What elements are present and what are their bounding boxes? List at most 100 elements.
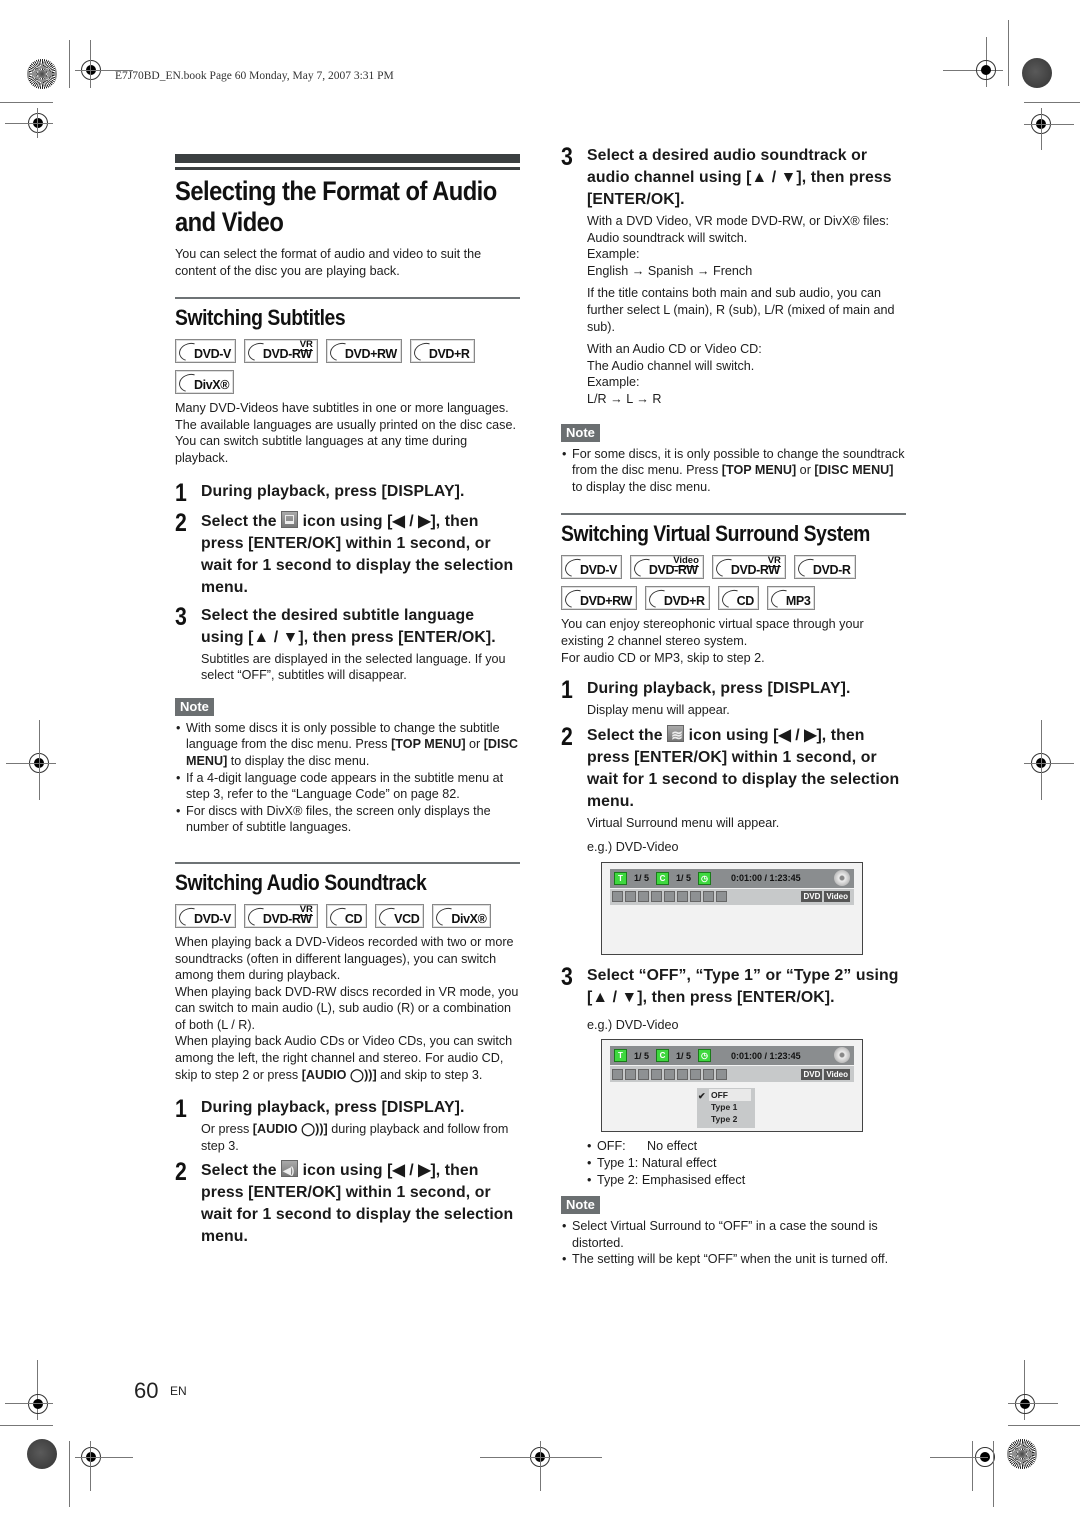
crop-mark (5, 123, 53, 124)
disc-type-badge: DVD+R (644, 586, 710, 613)
surround-description: You can enjoy stereophonic virtual space… (561, 617, 864, 665)
section-divider (175, 861, 520, 864)
crop-mark (1024, 763, 1074, 764)
angle-icon (651, 1068, 662, 1080)
crop-mark (1008, 1425, 1080, 1426)
section-divider (561, 513, 906, 516)
chapter-count: 1/ 5 (676, 1050, 692, 1061)
subtitles-description: Many DVD-Videos have subtitles in one or… (175, 401, 516, 465)
step: 3 Select “OFF”, “Type 1” or “Type 2” usi… (561, 962, 906, 1034)
note-item: For discs with DivX® files, the screen o… (175, 803, 520, 836)
menu-option[interactable]: Type 1 (697, 1101, 755, 1113)
note-item: Select Virtual Surround to “OFF” in a ca… (561, 1218, 906, 1251)
disc-type-label: DVD-V (194, 347, 231, 362)
disc-badges-subtitles: DVD-V VR DVD-RW DVD+RW DVD+R DivX® (175, 339, 520, 396)
audio-description-3: When playing back Audio CDs or Video CDs… (175, 1033, 520, 1083)
step-number: 3 (561, 962, 573, 991)
chapter-indicator: C (656, 871, 670, 885)
step-text: During playback, press [DISPLAY]. (201, 482, 465, 500)
disc-type-badge: DVD+RW (325, 339, 402, 365)
left-column: Selecting the Format of Audio and Video … (175, 154, 520, 1248)
subtitle-icon (638, 1068, 649, 1080)
note-item: With some discs it is only possible to c… (175, 720, 520, 770)
marker-icon (677, 891, 688, 903)
note-label: Note (561, 1196, 600, 1215)
step: 2 Select the icon using [◀ / ▶], then pr… (561, 722, 906, 856)
osd-screen-surround-menu: T 1/ 5 C 1/ 5 ◷ 0:01:00 / 1:23:45 DVD Vi… (601, 1039, 863, 1133)
surround-effects-list: OFF: No effect Type 1: Natural effect Typ… (587, 1138, 906, 1188)
crop-mark (1008, 1403, 1058, 1404)
disc-type-label: CD (736, 594, 755, 609)
crop-mark (37, 108, 38, 138)
osd-icon-bar: DVD Video (610, 888, 854, 905)
effect-key: Type 2: (597, 1172, 639, 1187)
step-text: During playback, press [DISPLAY]. (587, 680, 851, 698)
step-text: Select a desired audio soundtrack or aud… (587, 147, 892, 208)
step-text: Select the icon using [◀ / ▶], then pres… (201, 1160, 520, 1248)
step-number: 3 (561, 143, 573, 171)
note-text: or (465, 737, 484, 752)
disc-type-label: DivX® (451, 911, 487, 926)
note-item: If a 4-digit language code appears in th… (175, 770, 520, 803)
repeat-icon (664, 1068, 675, 1080)
disc-type-label: VCD (394, 911, 420, 926)
color-registration-mark (27, 1439, 57, 1469)
menu-option[interactable]: Type 2 (697, 1113, 755, 1125)
crop-mark (930, 1457, 988, 1458)
disc-badges-surround: DVD-V Video DVD-RW VR DVD-RW DVD-R DVD+RW DVD+R… (561, 555, 906, 613)
disc-type-label: DVD+R (663, 594, 705, 609)
step-detail: If the title contains both main and sub … (587, 286, 895, 334)
step-number: 2 (561, 722, 573, 751)
menu-option-selected[interactable]: ✔ OFF (698, 1089, 751, 1102)
disc-type-label: DVD+RW (344, 347, 397, 362)
note-item: The setting will be kept “OFF” when the … (561, 1251, 906, 1268)
disc-type-badge: VR DVD-RW (243, 903, 318, 930)
crop-mark (0, 102, 53, 103)
disc-type-label: DVD-V (580, 563, 617, 578)
osd-screen-display-menu: T 1/ 5 C 1/ 5 ◷ 0:01:00 / 1:23:45 DVD Vi… (601, 861, 863, 955)
note-text: to display the disc menu. (572, 479, 711, 494)
step-text-pre: Select the (201, 1162, 277, 1180)
clock-icon: ◷ (698, 1049, 712, 1063)
section-heading-audio: Switching Audio Soundtrack (175, 869, 427, 895)
text: and skip to step 3. (376, 1067, 483, 1082)
audio-key: [AUDIO ◯))] (252, 1122, 328, 1137)
disc-type-label: CD (344, 911, 363, 926)
surround-notes: Select Virtual Surround to “OFF” in a ca… (561, 1218, 906, 1268)
example-label: e.g.) DVD-Video (587, 840, 679, 855)
noise-reduction-icon (690, 891, 701, 903)
disc-type-badge: CD (325, 903, 368, 930)
disc-type-tag: DVD (801, 891, 823, 903)
search-icon (612, 891, 623, 903)
effect-value: Natural effect (641, 1156, 717, 1171)
page-number: 60 (134, 1378, 159, 1403)
crop-mark (69, 40, 70, 88)
step-text: Select the icon using [◀ / ▶], then pres… (587, 724, 906, 813)
effect-key: Type 1: (597, 1156, 639, 1171)
step-number: 1 (175, 1095, 187, 1124)
disc-type-label: DVD-RW (730, 563, 780, 578)
color-registration-mark (1007, 1439, 1037, 1469)
surround-steps: 1 During playback, press [DISPLAY]. Disp… (561, 678, 906, 856)
crop-mark (75, 1457, 133, 1458)
note-text: to display the disc menu. (227, 753, 370, 768)
clock-icon: ◷ (698, 871, 712, 885)
disc-format-tag: Video (824, 1068, 850, 1080)
crop-mark (90, 1441, 91, 1491)
subtitles-notes: With some discs it is only possible to c… (175, 720, 520, 836)
note-text: For discs with DivX® files, the screen o… (186, 803, 491, 835)
section-divider (175, 297, 520, 300)
step-detail: Subtitles are displayed in the selected … (201, 651, 506, 683)
disc-type-label: DVD-V (194, 911, 231, 926)
effect-item: Type 2: Emphasised effect (587, 1172, 906, 1189)
step-number: 3 (175, 602, 187, 631)
repeat-icon (664, 891, 675, 903)
crop-mark (1024, 102, 1080, 103)
note-text: Select Virtual Surround to “OFF” in a ca… (572, 1219, 878, 1250)
crop-mark (5, 1403, 53, 1404)
step-detail: With a DVD Video, VR mode DVD-RW, or Div… (587, 214, 890, 278)
step-detail: Virtual Surround menu will appear. (587, 815, 780, 830)
effect-item: OFF: No effect (587, 1138, 906, 1155)
disc-type-badge: DVD-R (793, 555, 856, 582)
note-text: or (796, 463, 815, 478)
